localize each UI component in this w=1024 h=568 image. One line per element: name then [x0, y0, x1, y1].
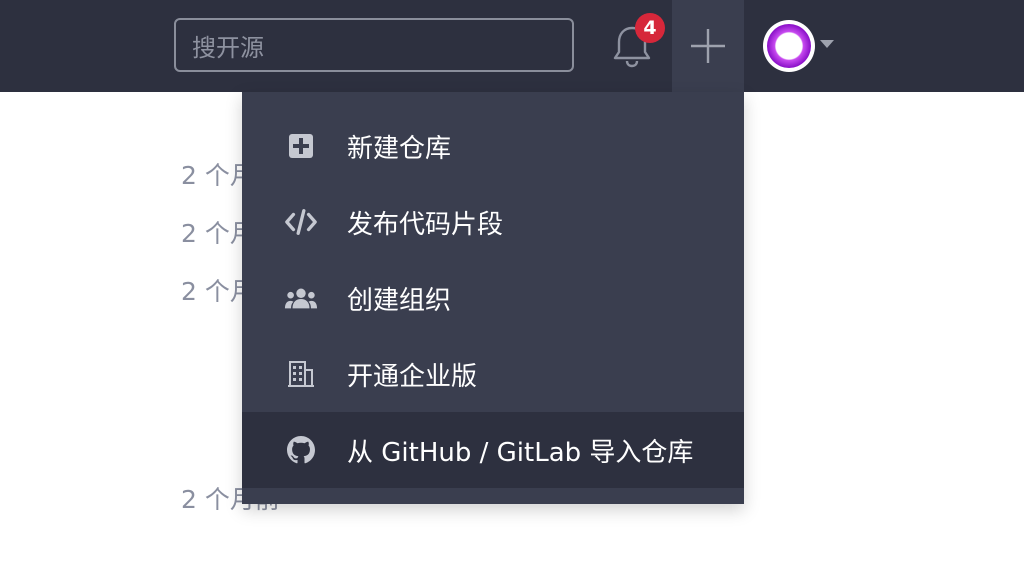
user-avatar[interactable]: [763, 20, 815, 72]
code-icon: [284, 205, 318, 239]
top-navbar: 搜开源 4: [0, 0, 1024, 92]
menu-item-publish-snippet[interactable]: 发布代码片段: [242, 184, 744, 260]
menu-item-label: 开通企业版: [347, 361, 478, 392]
search-input[interactable]: 搜开源: [174, 18, 574, 72]
menu-item-new-repository[interactable]: 新建仓库: [242, 108, 744, 184]
github-icon: [284, 433, 318, 467]
plus-square-icon: [284, 129, 318, 163]
chevron-down-icon[interactable]: [820, 40, 834, 48]
menu-item-label: 创建组织: [347, 285, 452, 316]
menu-item-label: 从 GitHub / GitLab 导入仓库: [347, 437, 694, 468]
plus-icon: [691, 29, 725, 63]
create-new-button[interactable]: [672, 0, 744, 92]
menu-item-label: 新建仓库: [347, 133, 452, 164]
create-dropdown-menu: 新建仓库 发布代码片段 创建组织 开通企业版 从 GitHub / GitLab…: [242, 92, 744, 504]
notification-badge: 4: [635, 13, 665, 43]
menu-item-enterprise[interactable]: 开通企业版: [242, 336, 744, 412]
users-icon: [284, 281, 318, 315]
avatar-image: [767, 24, 811, 68]
menu-item-create-organization[interactable]: 创建组织: [242, 260, 744, 336]
menu-item-label: 发布代码片段: [347, 209, 504, 240]
search-placeholder: 搜开源: [192, 33, 264, 62]
building-icon: [284, 357, 318, 391]
menu-item-import-repository[interactable]: 从 GitHub / GitLab 导入仓库: [242, 412, 744, 488]
